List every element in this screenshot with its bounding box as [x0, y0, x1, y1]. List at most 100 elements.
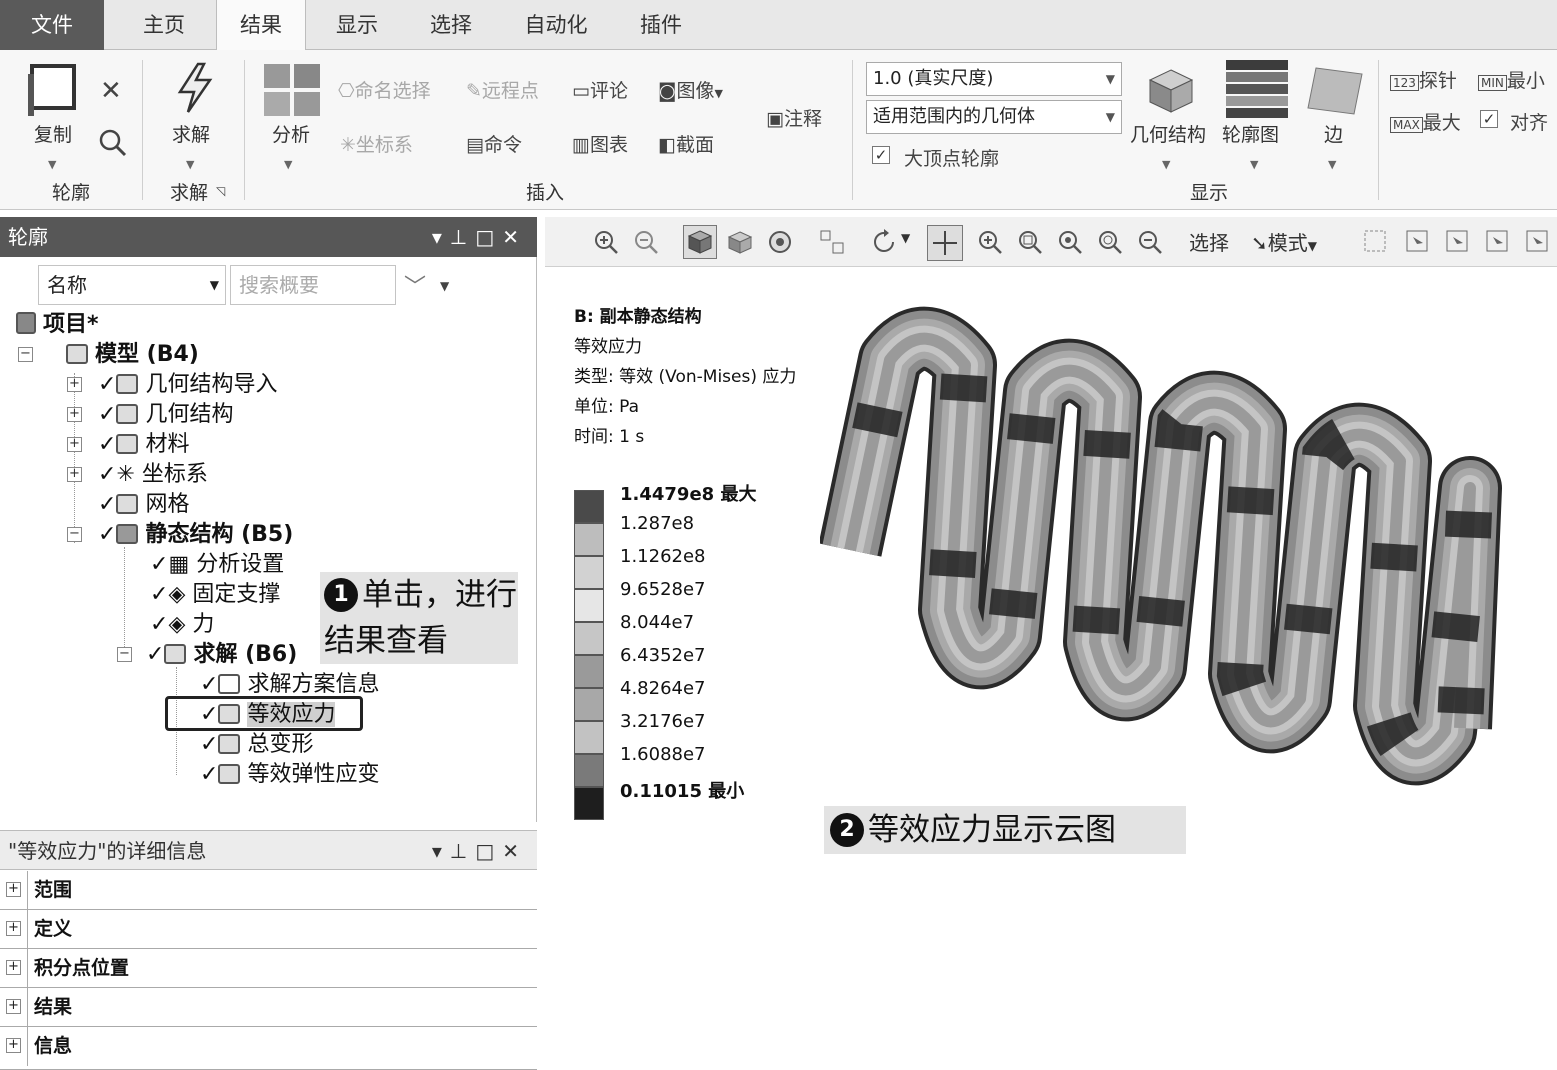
tree-item-total-deformation[interactable]: ✓ 总变形 — [200, 731, 313, 759]
expand-icon[interactable]: + — [6, 882, 21, 897]
magnifier-icon[interactable] — [1137, 229, 1163, 255]
tree-item-static-structural[interactable]: ✓ 静态结构 (B5) — [98, 521, 293, 549]
command-button[interactable]: ▤命令 — [466, 130, 522, 157]
details-section-scope[interactable]: + 范围 — [0, 871, 537, 910]
image-button[interactable]: ◙图像▼ — [658, 76, 723, 103]
select-node-icon[interactable] — [1525, 229, 1551, 255]
dialog-launcher-icon[interactable]: ◹ — [216, 184, 225, 198]
collapse-icon[interactable]: − — [18, 347, 33, 362]
maximize-icon[interactable]: □ — [475, 225, 502, 249]
pane-menu-icon[interactable]: ▾ — [432, 839, 450, 863]
multi-body-icon[interactable] — [767, 229, 793, 255]
tree-item-mesh[interactable]: ✓ 网格 — [98, 491, 189, 519]
remote-point-button[interactable]: ✎远程点 — [466, 76, 539, 103]
chevron-down-icon[interactable]: ▼ — [901, 231, 910, 245]
expand-icon[interactable]: + — [6, 1038, 21, 1053]
pane-menu-icon[interactable]: ▾ — [432, 225, 450, 249]
tab-selection[interactable]: 选择 — [406, 0, 496, 50]
tree-item-geometry[interactable]: ✓ 几何结构 — [98, 401, 233, 429]
tab-home[interactable]: 主页 — [118, 0, 210, 50]
tree-item-force[interactable]: ✓◈ 力 — [150, 611, 214, 639]
rotate-icon[interactable] — [871, 229, 897, 255]
tab-display[interactable]: 显示 — [312, 0, 402, 50]
chart-icon: ▥ — [572, 134, 590, 156]
outline-search-input[interactable]: 搜索概要 — [230, 265, 396, 305]
named-selection-button[interactable]: ⎔命名选择 — [338, 76, 431, 103]
tree-item-solution-information[interactable]: ✓ 求解方案信息 — [200, 671, 379, 699]
close-icon[interactable]: ✕ — [502, 225, 527, 249]
details-section-definition[interactable]: + 定义 — [0, 910, 537, 949]
pin-icon[interactable]: ⊥ — [450, 839, 475, 863]
zoom-icon[interactable] — [977, 229, 1003, 255]
shaded-view-icon[interactable] — [683, 225, 717, 259]
zoom-out-icon[interactable] — [633, 229, 659, 255]
pan-icon[interactable] — [927, 225, 963, 261]
expand-icon[interactable]: + — [6, 960, 21, 975]
pin-icon[interactable]: ⊥ — [450, 225, 475, 249]
select-face-icon[interactable] — [1445, 229, 1471, 255]
section-button[interactable]: ◧截面 — [658, 130, 714, 157]
details-section-results[interactable]: + 结果 — [0, 988, 537, 1027]
tab-plugins[interactable]: 插件 — [618, 0, 704, 50]
tree-item-project[interactable]: 项目* — [16, 311, 99, 339]
geometry-scope-select[interactable]: 适用范围内的几何体 ▼ — [866, 100, 1122, 134]
annotation-button[interactable]: ▣注释 — [766, 104, 822, 131]
legend-value-label: 1.287e8 — [620, 513, 695, 534]
mode-button[interactable]: ➘模式▼ — [1251, 227, 1317, 256]
comment-button[interactable]: ▭评论 — [572, 76, 628, 103]
tree-item-analysis-settings[interactable]: ✓▦ 分析设置 — [150, 551, 284, 579]
max-button[interactable]: MAX 最大 — [1390, 108, 1461, 135]
max-vertex-contour-checkbox[interactable]: ✓ — [872, 146, 890, 164]
chart-button[interactable]: ▥图表 — [572, 130, 628, 157]
zoom-in-icon[interactable] — [593, 229, 619, 255]
legend-value-label: 6.4352e7 — [620, 645, 706, 666]
box-zoom-icon[interactable] — [1017, 229, 1043, 255]
tree-item-coordinate-systems[interactable]: ✓✳ 坐标系 — [98, 461, 208, 489]
expand-icon[interactable]: + — [6, 921, 21, 936]
zoom-selection-icon[interactable] — [1097, 229, 1123, 255]
select-button[interactable]: 选择 — [1189, 227, 1229, 256]
zoom-to-fit-icon[interactable] — [1057, 229, 1083, 255]
collapse-icon[interactable]: − — [67, 527, 82, 542]
scale-select[interactable]: 1.0 (真实尺度) ▼ — [866, 62, 1122, 96]
tree-item-geometry-import[interactable]: ✓ 几何结构导入 — [98, 371, 277, 399]
select-body-icon[interactable] — [1485, 229, 1511, 255]
coordinate-system-button[interactable]: ✳坐标系 — [340, 130, 413, 157]
chevron-down-icon[interactable]: ﹀ — [404, 269, 426, 301]
expand-icon[interactable]: + — [6, 999, 21, 1014]
min-button[interactable]: MIN 最小 — [1478, 66, 1545, 93]
select-edge-icon[interactable] — [1405, 229, 1431, 255]
pane-controls[interactable]: ▾⊥□✕ — [432, 831, 527, 871]
expand-icon[interactable]: + — [67, 377, 82, 392]
tree-item-equivalent-elastic-strain[interactable]: ✓ 等效弹性应变 — [200, 761, 379, 789]
details-section-integration-point[interactable]: + 积分点位置 — [0, 949, 537, 988]
select-vertex-icon[interactable] — [1363, 229, 1389, 255]
tree-item-fixed-support[interactable]: ✓◈ 固定支撑 — [150, 581, 280, 609]
collapse-icon[interactable]: − — [117, 647, 132, 662]
maximize-icon[interactable]: □ — [475, 839, 502, 863]
name-filter-select[interactable]: 名称 ▼ — [38, 265, 226, 305]
close-icon[interactable]: ✕ — [502, 839, 527, 863]
contour-icon — [1226, 60, 1288, 118]
close-icon[interactable]: ✕ — [100, 76, 122, 106]
tab-file[interactable]: 文件 — [0, 0, 104, 50]
tab-automation[interactable]: 自动化 — [508, 0, 604, 50]
tree-item-model[interactable]: 模型 (B4) — [66, 341, 199, 369]
spring-stress-contour-model[interactable] — [820, 300, 1540, 870]
view-layout-icon[interactable] — [819, 229, 845, 255]
search-icon[interactable] — [98, 128, 128, 158]
expand-icon[interactable]: + — [67, 467, 82, 482]
tab-results[interactable]: 结果 — [216, 0, 306, 51]
align-checkbox[interactable]: ✓ — [1480, 110, 1498, 128]
tree-item-materials[interactable]: ✓ 材料 — [98, 431, 189, 459]
expand-icon[interactable]: + — [67, 437, 82, 452]
details-section-information[interactable]: + 信息 — [0, 1027, 537, 1070]
check-icon: ✓ — [146, 642, 165, 667]
tree-item-solution[interactable]: ✓ 求解 (B6) — [146, 641, 297, 669]
pane-controls[interactable]: ▾⊥□✕ — [432, 217, 527, 257]
expand-icon[interactable]: + — [67, 407, 82, 422]
geometry-icon — [116, 404, 139, 424]
probe-button[interactable]: 123 探针 — [1390, 66, 1457, 93]
search-options-icon[interactable]: ▼ — [440, 279, 449, 293]
wireframe-cube-icon[interactable] — [727, 229, 753, 255]
